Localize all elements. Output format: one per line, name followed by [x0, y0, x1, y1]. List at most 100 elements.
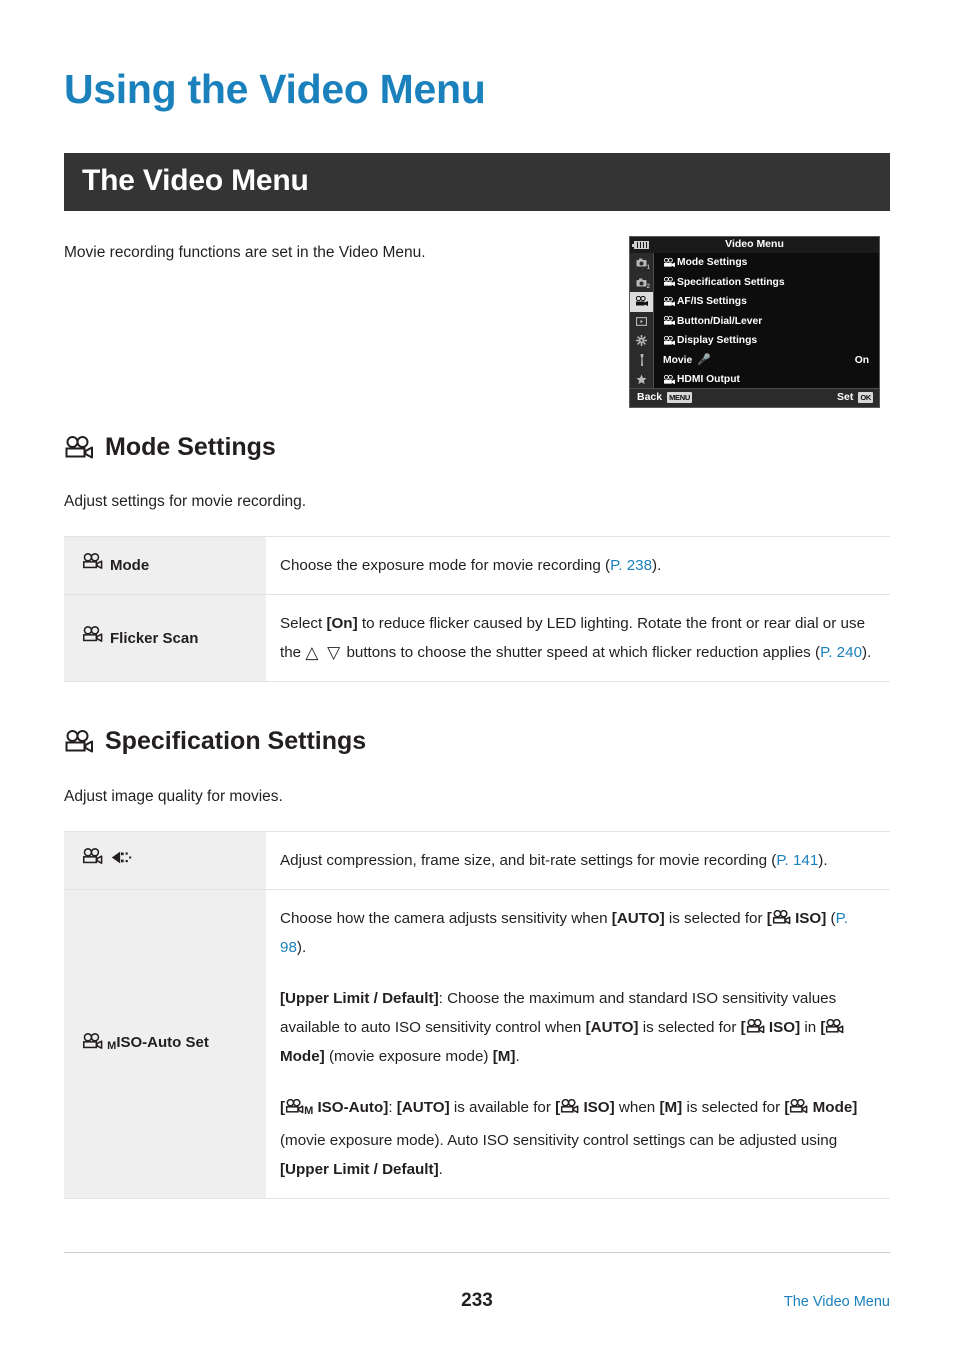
movie-camera-icon	[64, 729, 94, 754]
text-run: ISO-Auto]	[313, 1099, 389, 1116]
movie-camera-icon	[82, 848, 103, 873]
text-run-bold: [AUTO]	[396, 1099, 450, 1116]
movie-camera-icon	[64, 435, 94, 460]
menu-key-icon: MENU	[667, 391, 692, 403]
menu-item-af-is-settings[interactable]: AF/IS Settings	[654, 292, 879, 312]
paragraph: [Upper Limit / Default]: Choose the maxi…	[280, 984, 872, 1071]
movie-camera-icon	[663, 277, 676, 287]
page-reference-link[interactable]: P. 238	[610, 557, 652, 574]
menu-tab-sidebar: 1 2	[630, 253, 654, 389]
menu-item-label: Movie	[663, 354, 693, 366]
camera-menu-screenshot: Video Menu 1 2 Mode Settings Specificati…	[629, 236, 880, 408]
text-run: ISO]	[579, 1099, 615, 1116]
menu-item-label: Mode Settings	[677, 257, 748, 269]
heading-label: Specification Settings	[105, 727, 367, 755]
paragraph: [M ISO-Auto]: [AUTO] is available for [ …	[280, 1093, 872, 1184]
movie-camera-icon	[82, 1032, 107, 1051]
movie-camera-icon	[746, 1018, 765, 1036]
text-run: :	[388, 1099, 397, 1116]
row-desc-iso-auto-set: Choose how the camera adjusts sensitivit…	[266, 889, 890, 1199]
text-run: (	[826, 910, 836, 927]
text-run: (movie exposure mode). Auto ISO sensitiv…	[280, 1132, 838, 1149]
microphone-icon: 🎤	[697, 353, 711, 366]
text-run: (movie exposure mode)	[324, 1048, 493, 1065]
menu-set-action[interactable]: Set OK	[837, 391, 873, 403]
text-run-bold: [ ISO]	[555, 1098, 615, 1116]
menu-back-action[interactable]: Back MENU	[637, 391, 692, 403]
movie-camera-icon	[772, 909, 791, 927]
desc-specification-settings: Adjust image quality for movies.	[64, 788, 283, 805]
text-run: is available for	[449, 1099, 556, 1116]
menu-tab-wrench[interactable]	[630, 351, 653, 371]
text-run: Select	[280, 615, 327, 632]
text-run: Mode]	[808, 1099, 858, 1116]
text-run-bold: [ ISO]	[767, 909, 826, 927]
text-run: in	[800, 1019, 821, 1036]
menu-tab-camera1[interactable]: 1	[630, 253, 653, 273]
text-run: Choose how the camera adjusts sensitivit…	[280, 910, 612, 927]
text-run: Choose the exposure mode for movie recor…	[280, 557, 611, 574]
page-reference-link[interactable]: P. 240	[820, 644, 862, 661]
text-run: buttons to choose the shutter speed at w…	[342, 644, 821, 661]
menu-tab-movie[interactable]	[630, 292, 653, 312]
movie-camera-icon	[825, 1018, 844, 1036]
movie-camera-icon	[663, 257, 676, 268]
image-quality-icon	[110, 848, 132, 873]
updown-arrow-icon: △ ▽	[305, 643, 343, 662]
text-run-bold: [M]	[492, 1048, 516, 1065]
desc-mode-settings: Adjust settings for movie recording.	[64, 493, 307, 510]
menu-item-specification-settings[interactable]: Specification Settings	[654, 273, 879, 293]
menu-item-mode-settings[interactable]: Mode Settings	[654, 253, 879, 273]
table-row: Adjust compression, frame size, and bit-…	[64, 831, 890, 890]
text-run-bold: [M]	[659, 1099, 683, 1116]
menu-item-list: Mode Settings Specification Settings AF/…	[654, 253, 879, 389]
text-run-bold: [AUTO]	[585, 1019, 639, 1036]
footer-section-link[interactable]: The Video Menu	[784, 1294, 890, 1310]
text-run-bold: [ Mode]	[784, 1098, 858, 1116]
text-run: .	[515, 1048, 520, 1065]
menu-item-label: HDMI Output	[677, 374, 740, 386]
movie-camera-icon	[663, 335, 676, 346]
text-run: Adjust compression, frame size, and bit-…	[280, 852, 777, 869]
paragraph: Choose how the camera adjusts sensitivit…	[280, 904, 872, 962]
text-run: when	[614, 1099, 660, 1116]
movie-camera-icon	[82, 625, 103, 651]
ok-key-icon: OK	[858, 391, 873, 403]
menu-item-hdmi-output[interactable]: HDMI Output	[654, 370, 879, 390]
menu-tab-playback[interactable]	[630, 312, 653, 332]
heading-label: Mode Settings	[105, 433, 276, 461]
text-run: ).	[296, 939, 307, 956]
row-label-movie-quality	[64, 831, 266, 890]
text-run-bold: [AUTO]	[611, 910, 665, 927]
row-label-flicker-scan: Flicker Scan	[64, 594, 266, 682]
menu-item-label: AF/IS Settings	[677, 296, 747, 308]
menu-tab-star[interactable]	[630, 370, 653, 390]
text-run: ).	[818, 852, 828, 869]
text-run-bold: [M ISO-Auto]	[280, 1098, 389, 1117]
movie-camera-icon	[82, 553, 103, 578]
row-label-subscript: M	[107, 1039, 117, 1052]
text-run: ).	[862, 644, 872, 661]
movie-camera-icon	[663, 316, 676, 326]
text-run: is selected for	[664, 910, 767, 927]
menu-tab-gear[interactable]	[630, 331, 653, 351]
menu-item-button-dial-lever[interactable]: Button/Dial/Lever	[654, 312, 879, 332]
table-row: MISO-Auto Set Choose how the camera adju…	[64, 889, 890, 1199]
manual-page: Using the Video Menu The Video Menu Movi…	[0, 0, 954, 1354]
menu-tab-camera1-sub: 1	[646, 264, 650, 271]
menu-tab-camera2[interactable]: 2	[630, 273, 653, 293]
text-run: ISO]	[764, 1019, 801, 1036]
menu-item-label: Display Settings	[677, 335, 758, 347]
page-reference-link[interactable]: P. 141	[776, 852, 818, 869]
row-label-text: Mode	[110, 557, 150, 574]
menu-item-movie-mic[interactable]: Movie 🎤 On	[654, 351, 879, 371]
paragraph: Adjust compression, frame size, and bit-…	[280, 846, 872, 875]
text-run: ).	[652, 557, 662, 574]
movie-camera-icon	[560, 1098, 579, 1116]
text-run-bold: [Upper Limit / Default]	[280, 1161, 439, 1178]
menu-item-label: Button/Dial/Lever	[677, 315, 763, 327]
menu-item-display-settings[interactable]: Display Settings	[654, 331, 879, 351]
menu-titlebar: Video Menu	[630, 237, 879, 254]
text-run-bold: [On]	[326, 615, 358, 632]
text-run-bold: [Upper Limit / Default]	[280, 990, 439, 1007]
